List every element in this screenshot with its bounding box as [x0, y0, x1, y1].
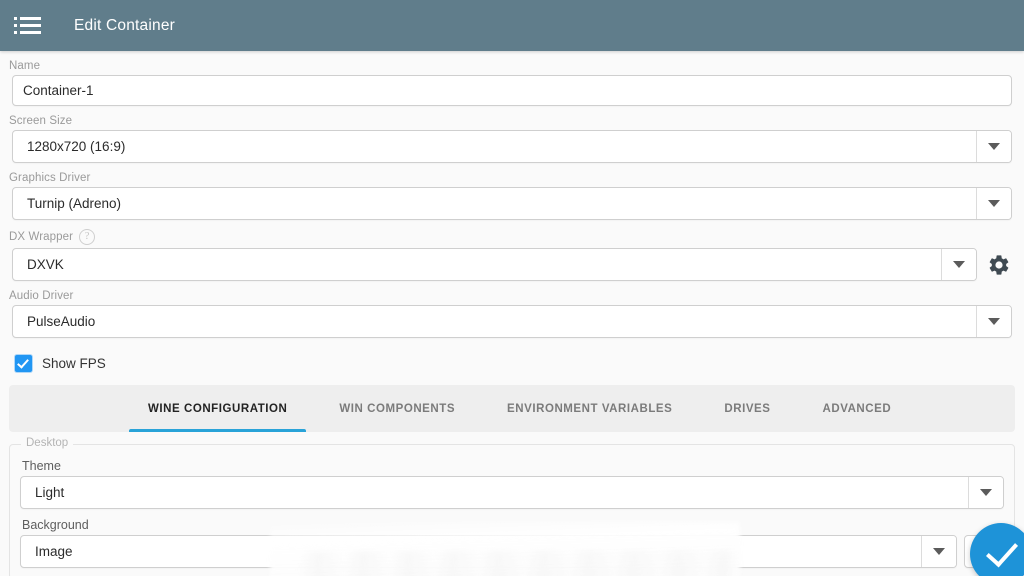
- audio-driver-dropdown[interactable]: PulseAudio: [12, 305, 1012, 338]
- graphics-driver-dropdown[interactable]: Turnip (Adreno): [12, 187, 1012, 220]
- menu-bar: [20, 17, 41, 20]
- screen-size-field-wrap: 1280x720 (16:9): [0, 130, 1024, 163]
- graphics-driver-label: Graphics Driver: [9, 172, 91, 184]
- menu-dot: [14, 24, 17, 27]
- chevron-down-icon[interactable]: [921, 536, 956, 567]
- dx-wrapper-label-row: DX Wrapper ?: [0, 229, 1024, 248]
- check-icon: [985, 533, 1018, 567]
- chevron-down-icon[interactable]: [968, 477, 1003, 508]
- desktop-fieldset: Desktop Theme Light Background Image: [9, 437, 1015, 576]
- name-label: Name: [9, 60, 41, 72]
- theme-value: Light: [35, 485, 65, 500]
- menu-dot: [14, 31, 17, 34]
- menu-line-2: [14, 24, 44, 27]
- theme-dropdown[interactable]: Light: [20, 476, 1004, 509]
- show-fps-checkbox[interactable]: [15, 355, 32, 372]
- edit-container-screen: Edit Container Name Screen Size 1280x720…: [0, 0, 1024, 576]
- dx-wrapper-value: DXVK: [27, 257, 64, 272]
- desktop-panel: Desktop Theme Light Background Image: [9, 437, 1015, 576]
- tab-label: DRIVES: [724, 402, 771, 415]
- tab-advanced[interactable]: ADVANCED: [797, 385, 918, 432]
- dx-wrapper-field-wrap: DXVK: [0, 248, 1024, 281]
- chevron-down-icon[interactable]: [976, 188, 1011, 219]
- menu-bar: [20, 31, 41, 34]
- audio-driver-label: Audio Driver: [9, 290, 74, 302]
- form-body: Name Screen Size 1280x720 (16:9) Graphic…: [0, 51, 1024, 576]
- menu-dot: [14, 17, 17, 20]
- menu-bar: [20, 24, 41, 27]
- dx-wrapper-dropdown[interactable]: DXVK: [12, 248, 977, 281]
- audio-driver-value: PulseAudio: [27, 314, 96, 329]
- list-menu-icon[interactable]: [14, 11, 44, 41]
- audio-driver-field-wrap: PulseAudio: [0, 305, 1024, 338]
- show-fps-row[interactable]: Show FPS: [0, 347, 1024, 372]
- tab-drives[interactable]: DRIVES: [698, 385, 796, 432]
- background-label: Background: [22, 518, 89, 532]
- theme-field: Theme Light: [20, 459, 1004, 509]
- name-input[interactable]: [12, 75, 1012, 106]
- app-bar: Edit Container: [0, 0, 1024, 51]
- menu-line-3: [14, 31, 44, 34]
- dx-wrapper-label: DX Wrapper: [9, 231, 74, 243]
- screen-size-value: 1280x720 (16:9): [27, 139, 126, 154]
- chevron-down-icon[interactable]: [976, 306, 1011, 337]
- background-value: Image: [35, 544, 73, 559]
- tab-label: ENVIRONMENT VARIABLES: [507, 402, 673, 415]
- help-circle-icon[interactable]: ?: [79, 229, 96, 245]
- tab-label: ADVANCED: [822, 402, 892, 415]
- desktop-legend: Desktop: [21, 437, 74, 449]
- graphics-driver-field-wrap: Turnip (Adreno): [0, 187, 1024, 220]
- tab-win-components[interactable]: WIN COMPONENTS: [313, 385, 481, 432]
- tab-bar: WINE CONFIGURATION WIN COMPONENTS ENVIRO…: [9, 385, 1015, 432]
- chevron-down-icon[interactable]: [941, 249, 976, 280]
- theme-label: Theme: [22, 459, 61, 473]
- screen-size-label: Screen Size: [9, 115, 73, 127]
- tab-label: WINE CONFIGURATION: [148, 402, 288, 415]
- name-field-wrap: [0, 75, 1024, 106]
- tab-environment-variables[interactable]: ENVIRONMENT VARIABLES: [481, 385, 698, 432]
- chevron-down-icon[interactable]: [976, 131, 1011, 162]
- page-title: Edit Container: [74, 16, 176, 34]
- tab-wine-configuration[interactable]: WINE CONFIGURATION: [122, 385, 313, 432]
- graphics-driver-value: Turnip (Adreno): [27, 196, 122, 211]
- background-row: Image: [20, 535, 1004, 568]
- screen-size-dropdown[interactable]: 1280x720 (16:9): [12, 130, 1012, 163]
- background-field: Background Image: [20, 518, 1004, 568]
- menu-line-1: [14, 17, 44, 20]
- tab-label: WIN COMPONENTS: [339, 402, 456, 415]
- gear-icon[interactable]: [986, 252, 1012, 278]
- background-dropdown[interactable]: Image: [20, 535, 957, 568]
- show-fps-label: Show FPS: [42, 356, 106, 371]
